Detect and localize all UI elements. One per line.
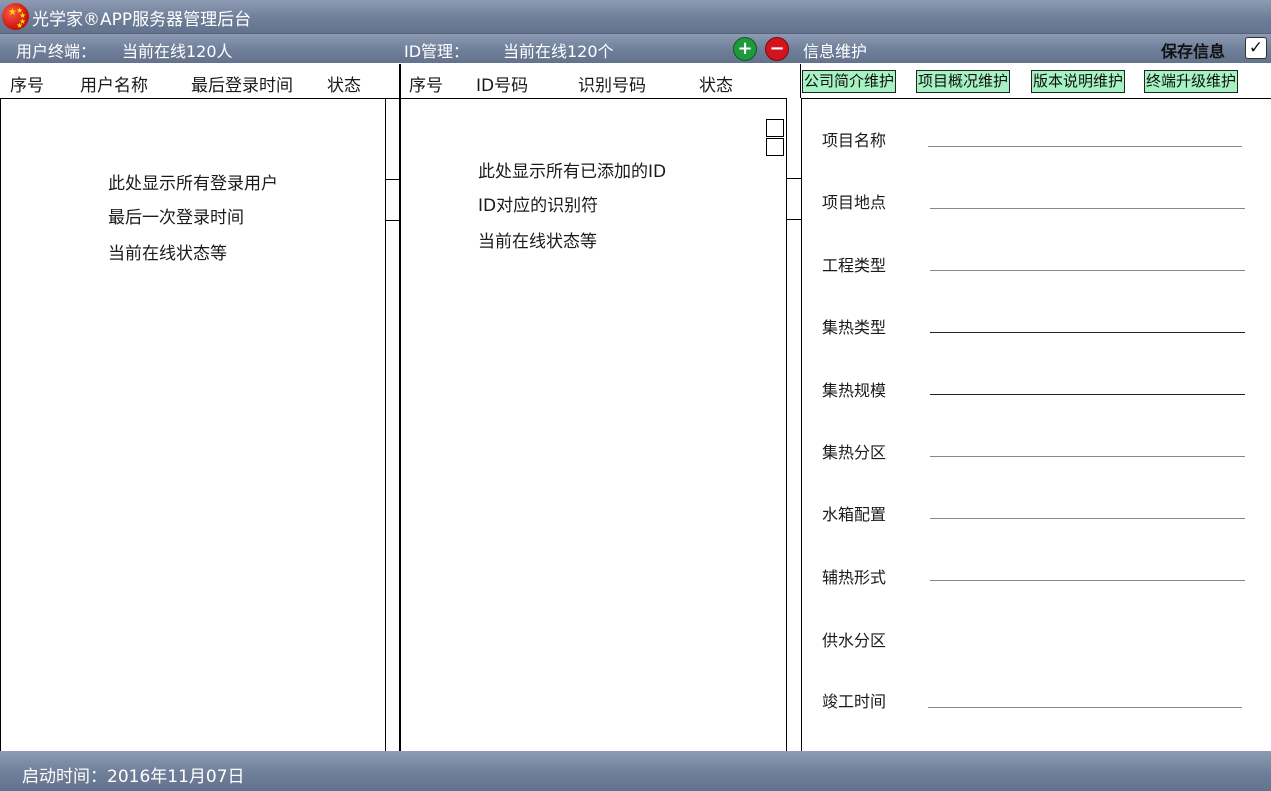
- save-info-label: 保存信息: [1161, 42, 1226, 61]
- tab-project-overview[interactable]: 项目概况维护: [916, 70, 1011, 93]
- col-status: 状态: [327, 76, 361, 96]
- field-label: 水箱配置: [822, 505, 887, 524]
- user-list-panel: 此处显示所有登录用户 最后一次登录时间 当前在线状态等: [0, 98, 401, 751]
- info-tabs: 公司简介维护 项目概况维护 版本说明维护 终端升级维护: [801, 64, 1271, 99]
- user-placeholder-line: 此处显示所有登录用户: [108, 174, 278, 194]
- col-last-login: 最后登录时间: [191, 76, 293, 96]
- id-list-scroll-thumb[interactable]: [786, 178, 802, 220]
- field-input[interactable]: [930, 456, 1245, 457]
- remove-id-button[interactable]: −: [765, 37, 789, 61]
- tab-version-notes[interactable]: 版本说明维护: [1031, 70, 1126, 93]
- field-input[interactable]: [930, 394, 1245, 395]
- field-input[interactable]: [930, 270, 1245, 271]
- field-label: 竣工时间: [822, 692, 887, 711]
- field-input[interactable]: [930, 208, 1245, 209]
- plus-icon: +: [737, 38, 753, 59]
- field-label: 集热规模: [822, 381, 887, 400]
- status-bar: 启动时间：2016年11月07日: [0, 751, 1271, 791]
- field-label: 项目地点: [822, 193, 887, 212]
- minus-icon: −: [769, 38, 785, 59]
- header-bar: 用户终端： 当前在线120人 ID管理： 当前在线120个 + − 信息维护 保…: [0, 34, 1271, 63]
- id-placeholder-line: 此处显示所有已添加的ID: [478, 162, 667, 182]
- field-label: 工程类型: [822, 256, 887, 275]
- field-label: 集热分区: [822, 443, 887, 462]
- user-table-header: 序号 用户名称 最后登录时间 状态: [0, 64, 399, 98]
- col-index: 序号: [409, 76, 443, 96]
- id-online-count: 当前在线120个: [503, 42, 614, 61]
- title-bar: ★ ★ ★ ★ ★ 光学家®APP服务器管理后台: [0, 0, 1271, 34]
- field-label: 供水分区: [822, 631, 887, 650]
- id-placeholder-line: ID对应的识别符: [478, 196, 599, 216]
- field-label: 集热类型: [822, 318, 887, 337]
- field-input[interactable]: [930, 580, 1245, 581]
- field-input[interactable]: [928, 707, 1242, 708]
- col-index: 序号: [10, 76, 44, 96]
- user-placeholder-line: 当前在线状态等: [108, 244, 227, 264]
- field-label: 辅热形式: [822, 568, 887, 587]
- id-manage-label: ID管理：: [404, 42, 470, 61]
- checkmark-icon: ✓: [1248, 38, 1264, 58]
- add-id-button[interactable]: +: [733, 37, 757, 61]
- tab-company-intro[interactable]: 公司简介维护: [802, 70, 897, 93]
- col-identify-number: 识别号码: [578, 76, 646, 96]
- user-terminal-label: 用户终端：: [16, 42, 97, 61]
- id-table-header: 序号 ID号码 识别号码 状态: [401, 64, 786, 99]
- china-flag-icon: ★ ★ ★ ★ ★: [2, 3, 29, 30]
- user-placeholder-line: 最后一次登录时间: [108, 208, 244, 228]
- field-input[interactable]: [930, 332, 1245, 333]
- start-time: 启动时间：2016年11月07日: [22, 767, 245, 787]
- row-checkbox[interactable]: [766, 138, 784, 156]
- id-list-panel: 序号 ID号码 识别号码 状态 此处显示所有已添加的ID ID对应的识别符 当前…: [399, 64, 802, 751]
- col-id-number: ID号码: [476, 76, 529, 96]
- col-status: 状态: [699, 76, 733, 96]
- row-checkbox[interactable]: [766, 119, 784, 137]
- tab-terminal-upgrade[interactable]: 终端升级维护: [1144, 70, 1239, 93]
- field-input[interactable]: [930, 518, 1245, 519]
- field-input[interactable]: [928, 146, 1242, 147]
- id-list-scrollbar[interactable]: [786, 98, 802, 751]
- field-label: 项目名称: [822, 131, 887, 150]
- save-info-checkbox[interactable]: ✓: [1245, 37, 1267, 59]
- user-online-count: 当前在线120人: [122, 42, 233, 61]
- col-username: 用户名称: [80, 76, 148, 96]
- info-maintenance-label: 信息维护: [803, 42, 868, 61]
- id-placeholder-line: 当前在线状态等: [478, 232, 597, 252]
- app-title: 光学家®APP服务器管理后台: [32, 10, 252, 30]
